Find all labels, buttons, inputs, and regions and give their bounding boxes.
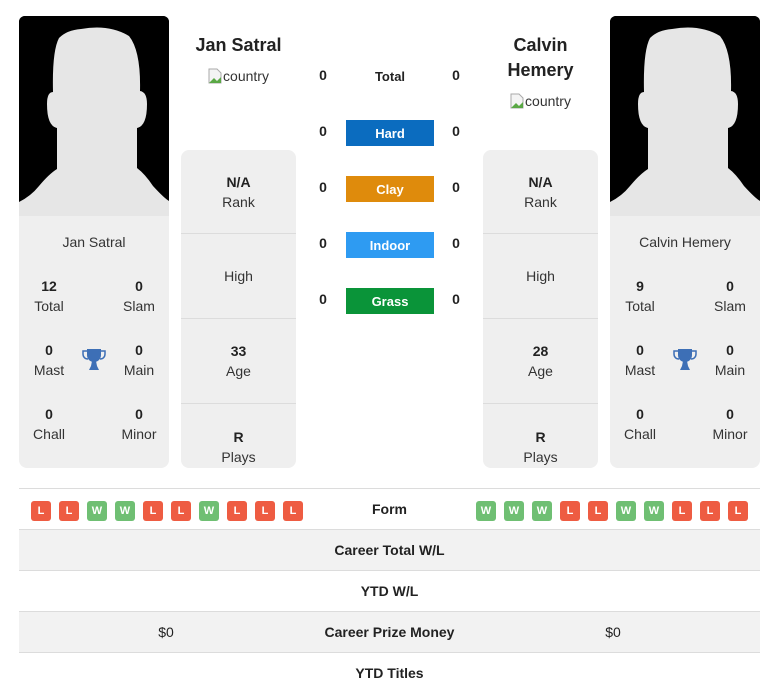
- avatar-silhouette-icon: [610, 16, 760, 216]
- plays-row: R Plays: [523, 428, 558, 465]
- form-badge-win[interactable]: W: [504, 501, 524, 521]
- avatar-silhouette-icon: [19, 16, 169, 216]
- h2h-clay-left: 0: [319, 179, 327, 195]
- titles-slam: 0 Slam: [714, 278, 746, 314]
- h2h-clay-right: 0: [452, 179, 460, 195]
- player-card-name: Calvin Hemery: [639, 234, 731, 250]
- ytd-titles-label: YTD Titles: [355, 665, 424, 681]
- broken-image-icon: [208, 68, 222, 84]
- form-badge-win[interactable]: W: [476, 501, 496, 521]
- career-total-wl-row: Career Total W/L: [19, 529, 760, 570]
- titles-total: 9 Total: [625, 278, 655, 314]
- h2h-grass-left: 0: [319, 291, 327, 307]
- player-info-right: N/A Rank High 28 Age R Plays: [483, 150, 598, 468]
- comparison-table: LLWWLLWLLL Form WWWLLWWLLL Career Total …: [19, 488, 760, 693]
- player-name-right[interactable]: Calvin Hemery: [483, 33, 598, 83]
- form-badge-loss[interactable]: L: [672, 501, 692, 521]
- h2h-hard-right: 0: [452, 123, 460, 139]
- h2h-total-right: 0: [452, 67, 460, 83]
- h2h-hard-left: 0: [319, 123, 327, 139]
- form-badge-loss[interactable]: L: [700, 501, 720, 521]
- titles-main: 0 Main: [714, 342, 746, 378]
- ytd-wl-label: YTD W/L: [360, 583, 419, 599]
- player-info-left: N/A Rank High 33 Age R Plays: [181, 150, 296, 468]
- form-badge-win[interactable]: W: [532, 501, 552, 521]
- h2h-grass-right: 0: [452, 291, 460, 307]
- ytd-titles-row: YTD Titles: [19, 652, 760, 693]
- titles-minor: 0 Minor: [121, 406, 157, 442]
- broken-image-icon: [510, 93, 524, 109]
- age-row: 33 Age: [181, 319, 296, 404]
- plays-row: R Plays: [221, 428, 256, 465]
- titles-mast: 0 Mast: [33, 342, 65, 378]
- player-card-left: Jan Satral 12 Total 0 Slam 0 Mast 0 Main 0 Ch…: [19, 216, 169, 468]
- country-flag-right: country: [483, 93, 598, 109]
- form-badge-win[interactable]: W: [644, 501, 664, 521]
- country-flag-left: country: [181, 68, 296, 84]
- career-prize-money-right: $0: [605, 624, 621, 640]
- titles-chall: 0 Chall: [33, 406, 65, 442]
- player-photo-right: [610, 16, 760, 216]
- titles-total: 12 Total: [34, 278, 64, 314]
- career-prize-money-row: $0 Career Prize Money $0: [19, 611, 760, 652]
- h2h-indoor-left: 0: [319, 235, 327, 251]
- surface-indoor-badge: Indoor: [346, 232, 434, 258]
- form-badge-loss[interactable]: L: [560, 501, 580, 521]
- titles-chall: 0 Chall: [624, 406, 656, 442]
- surface-hard-badge: Hard: [346, 120, 434, 146]
- high-row: High: [181, 234, 296, 319]
- h2h-indoor-right: 0: [452, 235, 460, 251]
- form-badges-right: WWWLLWWLLL: [476, 501, 748, 521]
- player-photo-left: [19, 16, 169, 216]
- career-total-wl-label: Career Total W/L: [334, 542, 445, 558]
- titles-minor: 0 Minor: [712, 406, 748, 442]
- rank-row: N/A Rank: [483, 150, 598, 234]
- player-name-left[interactable]: Jan Satral: [181, 33, 296, 58]
- titles-slam: 0 Slam: [123, 278, 155, 314]
- age-row: 28 Age: [483, 319, 598, 404]
- trophy-icon: [82, 347, 106, 371]
- h2h-total-label: Total: [374, 69, 406, 84]
- rank-row: N/A Rank: [181, 150, 296, 234]
- trophy-icon: [673, 347, 697, 371]
- titles-mast: 0 Mast: [624, 342, 656, 378]
- form-badge-win[interactable]: W: [616, 501, 636, 521]
- surface-grass-badge: Grass: [346, 288, 434, 314]
- high-row: High: [483, 234, 598, 319]
- form-badge-loss[interactable]: L: [728, 501, 748, 521]
- h2h-total-left: 0: [319, 67, 327, 83]
- form-row: LLWWLLWLLL Form WWWLLWWLLL: [19, 488, 760, 529]
- ytd-wl-row: YTD W/L: [19, 570, 760, 611]
- form-badge-loss[interactable]: L: [588, 501, 608, 521]
- surface-clay-badge: Clay: [346, 176, 434, 202]
- player-card-right: Calvin Hemery 9 Total 0 Slam 0 Mast 0 Main 0…: [610, 216, 760, 468]
- player-card-name: Jan Satral: [62, 234, 126, 250]
- titles-main: 0 Main: [123, 342, 155, 378]
